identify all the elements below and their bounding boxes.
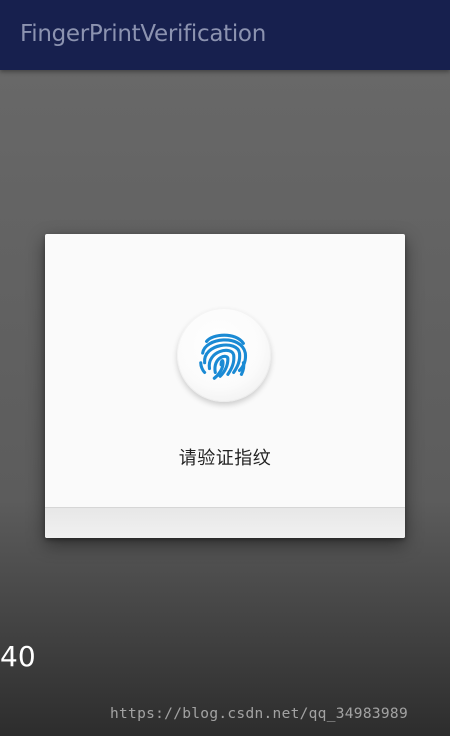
dialog-footer [45, 507, 405, 538]
fingerprint-sensor-button[interactable] [177, 308, 271, 402]
fingerprint-icon [199, 333, 248, 380]
verify-prompt: 请验证指纹 [178, 448, 272, 469]
app-title: FingerPrintVerification [20, 21, 266, 47]
counter-text: 40 [0, 640, 36, 673]
app-bar: FingerPrintVerification [0, 0, 450, 70]
screen: FingerPrintVerification 请验证指纹 40 https:/… [0, 0, 450, 736]
watermark: https://blog.csdn.net/qq_34983989 [110, 706, 408, 722]
fingerprint-dialog: 请验证指纹 [45, 234, 405, 538]
